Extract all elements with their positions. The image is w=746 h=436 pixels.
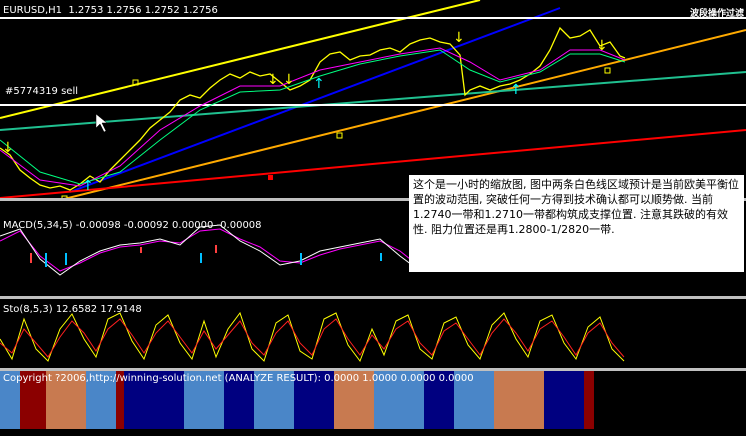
corner-label: 波段操作过滤 [689, 9, 744, 19]
analyze-label: Copyright ?2006,http://winning-solution.… [3, 373, 474, 384]
blue-trendline [69, 7, 561, 193]
anchor-marker [336, 132, 343, 139]
order-label[interactable]: #5774319 sell [5, 86, 78, 98]
down-arrow-icon: ↓ [267, 72, 279, 88]
price-line [0, 26, 626, 191]
stoch-label: Sto(8,5,3) 12.6582 17.9148 [3, 304, 142, 315]
anchor-marker [268, 175, 273, 180]
analyze-band [494, 371, 544, 429]
analyze-band [544, 371, 584, 429]
mouse-cursor-icon [95, 113, 108, 133]
ma-magenta [0, 47, 626, 187]
price-chart: ↓ ↓ ↓ ↓ ↓ ↑ ↑ ↑ [0, 0, 746, 198]
annotation-note: 这个是一小时的缩放图, 图中两条白色线区域预计是当前欧美平衡位置的波动范围, 突… [409, 175, 744, 272]
down-arrow-icon: ↓ [2, 140, 14, 156]
analyze-band [584, 371, 594, 429]
macd-histogram [30, 245, 382, 267]
teal-trendline [0, 71, 746, 131]
main-chart-pane[interactable]: ↓ ↓ ↓ ↓ ↓ ↑ ↑ ↑ EURUSD,H1 1.2753 1.2756 … [0, 0, 746, 198]
down-arrow-icon: ↓ [453, 30, 465, 46]
stoch-k-line [0, 311, 625, 363]
down-arrow-icon: ↓ [596, 38, 608, 54]
up-arrow-icon: ↑ [82, 178, 94, 194]
anchor-marker [604, 67, 611, 74]
up-arrow-icon: ↑ [313, 76, 325, 92]
down-arrow-icon: ↓ [283, 72, 295, 88]
chart-title: EURUSD,H1 1.2753 1.2756 1.2752 1.2756 [3, 5, 218, 16]
stochastic-pane[interactable]: Sto(8,5,3) 12.6582 17.9148 [0, 299, 746, 368]
ma-green [0, 49, 626, 185]
macd-label: MACD(5,34,5) -0.00098 -0.00092 0.00000 -… [3, 220, 262, 231]
up-arrow-icon: ↑ [510, 82, 522, 98]
analyze-pane[interactable]: Copyright ?2006,http://winning-solution.… [0, 371, 746, 436]
